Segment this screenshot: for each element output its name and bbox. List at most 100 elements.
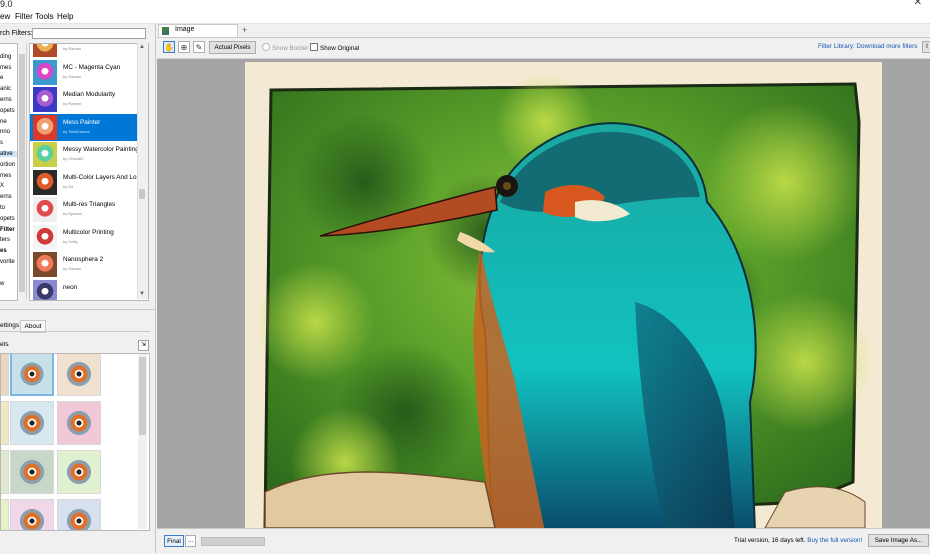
filter-name: Nanosphera 2	[63, 256, 104, 263]
filter-name: neon	[63, 283, 78, 291]
filter-thumbnail	[33, 87, 57, 112]
filter-author: by TattoDemon	[63, 128, 90, 134]
preset-thumbnail[interactable]	[1, 354, 9, 396]
category-item[interactable]: anic	[0, 86, 11, 92]
category-item[interactable]: erns	[0, 194, 12, 200]
filter-thumbnail	[33, 279, 57, 300]
filter-name: MC - Magenta Cyan	[63, 63, 121, 71]
preset-thumbnail[interactable]	[10, 450, 54, 494]
preset-thumbnail[interactable]	[57, 401, 101, 445]
menu-bar: ew Filter Tools Help	[0, 11, 930, 24]
category-item[interactable]: ortion	[0, 162, 15, 168]
filter-thumbnail	[33, 142, 57, 167]
filter-library-link[interactable]: Filter Library: Download more filters	[818, 43, 917, 50]
category-item[interactable]: ding	[0, 54, 11, 60]
preset-thumbnail[interactable]	[57, 450, 101, 494]
category-item[interactable]: opets	[0, 108, 15, 114]
scroll-up-icon[interactable]: ▲	[139, 44, 145, 50]
filter-author: by Hefty	[63, 238, 78, 244]
tab-settings[interactable]: ettings	[0, 322, 19, 329]
filter-author: by Djodoni	[63, 211, 82, 216]
preset-thumbnail[interactable]	[57, 499, 101, 530]
buy-full-version-link[interactable]: Buy the full version!	[807, 537, 862, 544]
trial-text: Trial version, 16 days left.	[734, 537, 806, 544]
panel-divider[interactable]	[0, 309, 155, 310]
category-item[interactable]: ne	[0, 119, 7, 125]
category-item[interactable]: X	[0, 183, 4, 189]
category-item[interactable]: mes	[0, 65, 11, 71]
filter-author: by Ramon	[63, 46, 82, 51]
category-item[interactable]: ative	[0, 151, 17, 157]
more-options-button[interactable]: ...	[185, 535, 196, 547]
presets-expand-button[interactable]: ⇲	[138, 340, 149, 351]
show-border-checkbox[interactable]: Show Border	[262, 43, 308, 52]
filter-name: Multi-Color Layers And Lo...	[63, 173, 142, 181]
category-item[interactable]: Filter	[0, 227, 15, 233]
filter-list-item[interactable]: Multi-Color Layers And Lo... by Ed	[30, 169, 142, 196]
category-item[interactable]: opets	[0, 216, 15, 222]
category-item[interactable]: e	[0, 75, 3, 81]
tab-underline	[0, 331, 150, 332]
preset-thumbnail[interactable]	[10, 499, 54, 530]
filter-list-item[interactable]: Messy Watercolor Painting by Ghost80	[30, 141, 140, 168]
filter-thumbnail	[33, 44, 57, 57]
preview-image[interactable]	[245, 62, 882, 528]
category-item[interactable]: erns	[0, 97, 12, 103]
preset-thumbnail[interactable]	[10, 354, 54, 396]
filter-author: by Ramon	[63, 266, 82, 271]
presets-scrollbar-thumb[interactable]	[139, 357, 146, 435]
scroll-down-icon[interactable]: ▼	[139, 291, 145, 297]
add-tab-button[interactable]: +	[242, 25, 247, 35]
show-original-checkbox[interactable]: Show Original	[310, 43, 359, 52]
preset-thumbnail[interactable]	[1, 450, 9, 494]
filter-list-item[interactable]: Multi-res Triangles by Djodoni	[30, 196, 140, 223]
presets-grid[interactable]	[0, 353, 150, 531]
zoom-tool-icon[interactable]: ⊕	[178, 41, 190, 53]
filter-thumbnail	[33, 114, 57, 140]
filter-list-item[interactable]: Nanosphera 2 by Ramon	[30, 251, 140, 278]
presets-label: ets	[0, 341, 9, 348]
filter-list-item[interactable]: neon	[30, 279, 140, 300]
category-item[interactable]: nno	[0, 129, 10, 135]
search-input[interactable]	[32, 28, 146, 39]
filter-list-item[interactable]: by Ramon	[30, 44, 140, 58]
category-item[interactable]: to	[0, 205, 5, 211]
filter-list-item[interactable]: MC - Magenta Cyan by Ramon	[30, 59, 140, 86]
category-list[interactable]: ding mes e anic erns opets ne nno s ative ortion me…	[0, 43, 18, 301]
search-label: rch Filters:	[0, 30, 33, 37]
menu-view[interactable]: ew	[0, 12, 10, 21]
category-item[interactable]: mes	[0, 173, 11, 179]
menu-filter[interactable]: Filter	[15, 12, 33, 21]
menu-tools[interactable]: Tools	[35, 12, 54, 21]
filter-author: by Ed	[63, 183, 74, 189]
left-panel: rch Filters: ding mes e anic erns opets ne nno s…	[0, 24, 156, 553]
category-item[interactable]: es	[0, 248, 7, 254]
preset-thumbnail[interactable]	[1, 499, 9, 530]
trial-status: Trial version, 16 days left. Buy the ful…	[734, 537, 862, 544]
category-item[interactable]: w	[0, 281, 4, 287]
filter-list-item[interactable]: Median Modularity by Ramon	[30, 86, 140, 113]
actual-pixels-button[interactable]: Actual Pixels	[209, 41, 256, 54]
toolbar-overflow-button[interactable]: I	[922, 41, 930, 53]
category-scrollbar-thumb[interactable]	[19, 54, 25, 292]
preset-thumbnail[interactable]	[10, 401, 54, 445]
show-original-label: Show Original	[320, 45, 360, 52]
filter-list-scrollbar-thumb[interactable]	[139, 189, 145, 199]
category-item[interactable]: s	[0, 140, 3, 146]
category-item[interactable]: ters	[0, 237, 10, 243]
final-button[interactable]: Final	[164, 535, 184, 547]
save-image-as-button[interactable]: Save Image As...	[868, 534, 929, 547]
preset-thumbnail[interactable]	[1, 401, 9, 445]
color-picker-icon[interactable]: ✎	[193, 41, 205, 53]
filter-list-item[interactable]: Mess Painter by TattoDemon	[30, 113, 140, 141]
tab-image[interactable]: Image	[158, 24, 238, 37]
menu-help[interactable]: Help	[57, 12, 73, 21]
filter-thumbnail	[33, 169, 57, 195]
filter-list-item[interactable]: Multicolor Printing by Hefty	[30, 224, 140, 251]
filter-list[interactable]: by Ramon MC - Magenta Cyan by Ramon Median …	[29, 43, 149, 301]
hand-tool-icon[interactable]: ✋	[163, 41, 175, 53]
preset-thumbnail[interactable]	[57, 354, 101, 396]
filter-list-scrollbar[interactable]	[137, 43, 148, 299]
category-item[interactable]: vorite	[0, 259, 15, 265]
close-icon[interactable]: ✕	[914, 0, 922, 8]
